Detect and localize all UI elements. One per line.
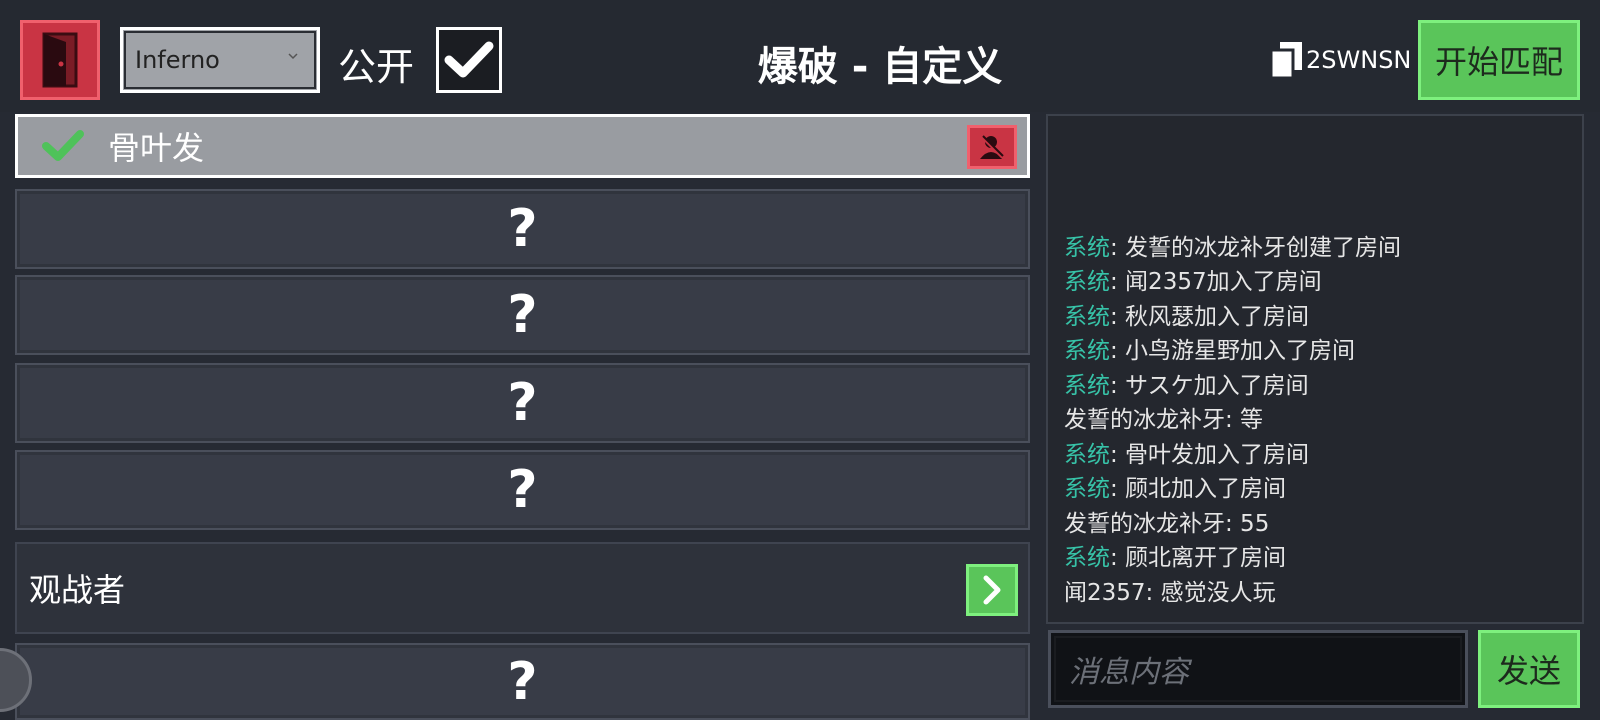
message-input[interactable]: 消息内容 <box>1048 630 1468 708</box>
chat-message: 系统: サスケ加入了房间 <box>1064 369 1572 404</box>
chat-message: 系统: 骨叶发加入了房间 <box>1064 438 1572 473</box>
chat-message-text: : 等 <box>1225 407 1264 433</box>
chat-message: 系统: 顾北加入了房间 <box>1064 472 1572 507</box>
map-select-value: Inferno <box>135 46 220 74</box>
empty-player-slot[interactable]: ? <box>15 363 1030 443</box>
kick-player-button[interactable] <box>967 125 1017 169</box>
chat-log: 系统: 发誓的冰龙补牙创建了房间 系统: 闻2357加入了房间 系统: 秋风瑟加入了… <box>1064 231 1572 611</box>
top-bar: Inferno 公开 爆破 - 自定义 2SWNSN 开始匹配 <box>0 0 1600 112</box>
spectator-label: 观战者 <box>29 571 126 609</box>
public-checkbox[interactable] <box>436 27 502 93</box>
player-name: 骨叶发 <box>108 129 205 167</box>
chat-message-sender: 发誓的冰龙补牙 <box>1064 407 1225 433</box>
empty-player-slot[interactable]: ? <box>15 189 1030 269</box>
empty-slot-marker: ? <box>507 373 538 433</box>
chat-message-sender: 系统 <box>1064 476 1110 502</box>
chat-message: 系统: 秋风瑟加入了房间 <box>1064 300 1572 335</box>
join-spectator-button[interactable] <box>966 564 1018 616</box>
empty-slot-marker: ? <box>507 651 538 712</box>
empty-player-slot[interactable]: ? <box>15 643 1030 720</box>
chat-message-text: : 发誓的冰龙补牙创建了房间 <box>1110 234 1402 261</box>
chevron-right-icon <box>983 575 1001 605</box>
chat-message-text: : 小鸟游星野加入了房间 <box>1110 338 1356 364</box>
player-slot-filled: 骨叶发 <box>15 114 1030 178</box>
chat-message-sender: 闻2357 <box>1064 579 1146 606</box>
empty-slot-marker: ? <box>507 199 538 259</box>
chat-message-sender: 系统 <box>1064 234 1110 261</box>
public-label: 公开 <box>338 45 415 89</box>
chat-message-sender: 系统 <box>1064 372 1110 399</box>
start-match-button[interactable]: 开始匹配 <box>1418 20 1580 100</box>
chat-message-text: : 顾北加入了房间 <box>1110 476 1287 502</box>
chat-message-sender: 发誓的冰龙补牙 <box>1064 510 1225 537</box>
exit-room-button[interactable] <box>20 20 100 100</box>
send-button[interactable]: 发送 <box>1478 630 1580 708</box>
spectator-row: 观战者 <box>15 542 1030 634</box>
chevron-down-icon <box>288 53 298 60</box>
chat-message: 系统: 小鸟游星野加入了房间 <box>1064 334 1572 369</box>
map-select[interactable]: Inferno <box>120 27 320 93</box>
chat-message-text: : 感觉没人玩 <box>1145 579 1276 606</box>
chat-message-text: : 顾北离开了房间 <box>1110 545 1287 571</box>
empty-player-slot[interactable]: ? <box>15 275 1030 355</box>
chat-message-text: : 秋风瑟加入了房间 <box>1110 303 1310 330</box>
message-input-placeholder: 消息内容 <box>1069 655 1189 690</box>
checkmark-icon <box>444 41 494 78</box>
chat-message: 闻2357: 感觉没人玩 <box>1064 576 1572 611</box>
chat-message-sender: 系统 <box>1064 303 1110 330</box>
ready-check-icon <box>42 130 84 161</box>
chat-message: 发誓的冰龙补牙: 55 <box>1064 507 1572 542</box>
door-exit-icon <box>42 32 78 88</box>
chat-message: 系统: 闻2357加入了房间 <box>1064 265 1572 300</box>
chat-message-text: : 闻2357加入了房间 <box>1110 269 1322 295</box>
chat-message-sender: 系统 <box>1064 338 1110 364</box>
chat-message-sender: 系统 <box>1064 441 1110 468</box>
chat-message-text: : 55 <box>1225 510 1270 537</box>
chat-message-sender: 系统 <box>1064 269 1110 295</box>
copy-icon[interactable] <box>1268 40 1308 80</box>
chat-message-text: : サスケ加入了房间 <box>1110 372 1309 399</box>
remove-user-icon <box>980 135 1004 159</box>
chat-message: 系统: 顾北离开了房间 <box>1064 541 1572 576</box>
empty-player-slot[interactable]: ? <box>15 450 1030 530</box>
chat-panel: 系统: 发誓的冰龙补牙创建了房间 系统: 闻2357加入了房间 系统: 秋风瑟加入了… <box>1046 114 1584 624</box>
chat-message-sender: 系统 <box>1064 545 1110 571</box>
chat-message: 系统: 发誓的冰龙补牙创建了房间 <box>1064 231 1572 266</box>
chat-message-text: : 骨叶发加入了房间 <box>1110 441 1310 468</box>
mode-title: 爆破 - 自定义 <box>757 44 1003 90</box>
room-code[interactable]: 2SWNSN <box>1306 46 1411 74</box>
empty-slot-marker: ? <box>507 285 538 345</box>
empty-slot-marker: ? <box>507 460 538 520</box>
chat-message: 发誓的冰龙补牙: 等 <box>1064 403 1572 438</box>
